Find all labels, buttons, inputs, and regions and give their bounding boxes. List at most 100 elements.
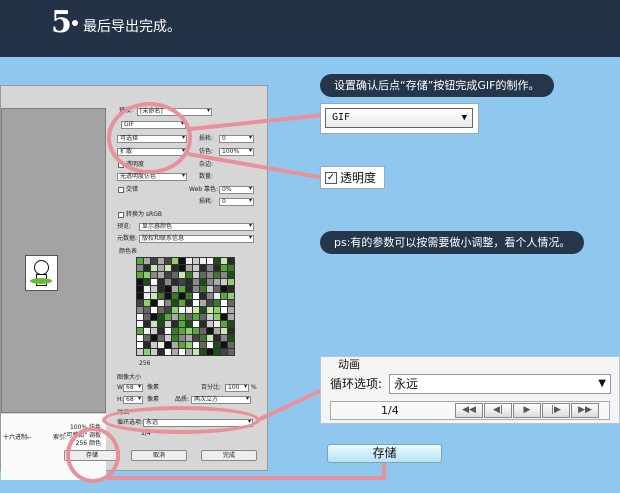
color-swatch[interactable] bbox=[193, 321, 199, 327]
color-swatch[interactable] bbox=[228, 335, 234, 341]
srgb-checkbox[interactable] bbox=[118, 212, 124, 218]
color-swatch[interactable] bbox=[200, 314, 206, 320]
color-swatch[interactable] bbox=[137, 300, 143, 306]
color-swatch[interactable] bbox=[172, 272, 178, 278]
color-swatch[interactable] bbox=[165, 349, 171, 355]
color-swatch[interactable] bbox=[179, 258, 185, 264]
color-swatch[interactable] bbox=[137, 258, 143, 264]
color-swatch[interactable] bbox=[144, 286, 150, 292]
width-field[interactable]: 68 bbox=[123, 384, 143, 392]
color-swatch[interactable] bbox=[214, 265, 220, 271]
preview-select[interactable]: 显示器颜色 bbox=[139, 223, 254, 231]
color-swatch[interactable] bbox=[200, 265, 206, 271]
color-swatch[interactable] bbox=[158, 335, 164, 341]
dialog-done-button[interactable]: 完成 bbox=[201, 450, 257, 461]
color-swatch[interactable] bbox=[144, 258, 150, 264]
color-swatch[interactable] bbox=[172, 286, 178, 292]
color-swatch[interactable] bbox=[200, 342, 206, 348]
color-swatch[interactable] bbox=[193, 293, 199, 299]
color-swatch[interactable] bbox=[158, 300, 164, 306]
color-swatch[interactable] bbox=[207, 258, 213, 264]
color-swatch[interactable] bbox=[165, 335, 171, 341]
color-swatch[interactable] bbox=[193, 342, 199, 348]
color-swatch[interactable] bbox=[144, 349, 150, 355]
color-swatch[interactable] bbox=[214, 335, 220, 341]
color-swatch[interactable] bbox=[179, 286, 185, 292]
color-swatch[interactable] bbox=[137, 321, 143, 327]
color-swatch[interactable] bbox=[179, 307, 185, 313]
color-swatch[interactable] bbox=[151, 272, 157, 278]
color-swatch[interactable] bbox=[221, 335, 227, 341]
color-swatch[interactable] bbox=[179, 335, 185, 341]
color-swatch[interactable] bbox=[200, 300, 206, 306]
color-swatch[interactable] bbox=[151, 328, 157, 334]
color-swatch[interactable] bbox=[193, 349, 199, 355]
quality-select[interactable]: 两次立方 bbox=[191, 396, 251, 404]
color-swatch[interactable] bbox=[207, 342, 213, 348]
zoom-transparency-checkbox[interactable]: ✓ bbox=[325, 172, 337, 184]
color-swatch[interactable] bbox=[186, 321, 192, 327]
color-swatch[interactable] bbox=[151, 335, 157, 341]
color-swatch[interactable] bbox=[144, 293, 150, 299]
color-swatch[interactable] bbox=[137, 286, 143, 292]
color-swatch[interactable] bbox=[165, 279, 171, 285]
metadata-select[interactable]: 版权和联系信息 bbox=[139, 235, 254, 243]
color-swatch[interactable] bbox=[186, 300, 192, 306]
color-swatch[interactable] bbox=[151, 349, 157, 355]
lossy-field[interactable]: 0 bbox=[219, 135, 254, 143]
color-swatch[interactable] bbox=[151, 314, 157, 320]
color-swatch[interactable] bbox=[165, 265, 171, 271]
transparency-dither-select[interactable]: 无透明度仿色 bbox=[117, 173, 187, 181]
color-swatch[interactable] bbox=[200, 286, 206, 292]
color-swatch[interactable] bbox=[172, 300, 178, 306]
color-swatch[interactable] bbox=[193, 335, 199, 341]
color-swatch[interactable] bbox=[137, 272, 143, 278]
color-swatch[interactable] bbox=[228, 307, 234, 313]
color-swatch[interactable] bbox=[193, 314, 199, 320]
color-swatch[interactable] bbox=[151, 279, 157, 285]
color-swatch[interactable] bbox=[172, 349, 178, 355]
color-swatch[interactable] bbox=[221, 300, 227, 306]
color-swatch[interactable] bbox=[200, 328, 206, 334]
color-swatch[interactable] bbox=[144, 279, 150, 285]
color-swatch[interactable] bbox=[172, 293, 178, 299]
color-swatch[interactable] bbox=[200, 272, 206, 278]
color-swatch[interactable] bbox=[200, 335, 206, 341]
color-swatch[interactable] bbox=[158, 286, 164, 292]
color-swatch[interactable] bbox=[179, 265, 185, 271]
color-swatch[interactable] bbox=[137, 342, 143, 348]
color-swatch[interactable] bbox=[221, 321, 227, 327]
color-swatch[interactable] bbox=[207, 349, 213, 355]
color-swatch[interactable] bbox=[186, 286, 192, 292]
color-swatch[interactable] bbox=[186, 293, 192, 299]
color-swatch[interactable] bbox=[179, 293, 185, 299]
color-swatch[interactable] bbox=[221, 307, 227, 313]
color-swatch[interactable] bbox=[151, 286, 157, 292]
color-swatch[interactable] bbox=[221, 272, 227, 278]
color-swatch[interactable] bbox=[137, 314, 143, 320]
color-swatch[interactable] bbox=[165, 307, 171, 313]
color-swatch[interactable] bbox=[228, 286, 234, 292]
color-swatch[interactable] bbox=[165, 293, 171, 299]
color-swatch[interactable] bbox=[137, 328, 143, 334]
color-swatch[interactable] bbox=[193, 300, 199, 306]
color-swatch[interactable] bbox=[172, 307, 178, 313]
next-frame-button[interactable]: |▶ bbox=[542, 403, 570, 418]
color-swatch[interactable] bbox=[186, 349, 192, 355]
color-swatch[interactable] bbox=[207, 286, 213, 292]
color-swatch[interactable] bbox=[165, 328, 171, 334]
color-swatch[interactable] bbox=[207, 272, 213, 278]
color-swatch[interactable] bbox=[221, 265, 227, 271]
zoom-save-button[interactable]: 存储 bbox=[327, 444, 442, 463]
color-swatch[interactable] bbox=[165, 342, 171, 348]
color-swatch[interactable] bbox=[193, 328, 199, 334]
color-swatch[interactable] bbox=[207, 279, 213, 285]
color-swatch[interactable] bbox=[165, 300, 171, 306]
color-swatch[interactable] bbox=[158, 279, 164, 285]
color-swatch[interactable] bbox=[207, 307, 213, 313]
last-frame-button[interactable]: ▶▶ bbox=[571, 403, 599, 418]
height-field[interactable]: 68 bbox=[123, 396, 143, 404]
color-swatch[interactable] bbox=[214, 258, 220, 264]
color-swatch[interactable] bbox=[207, 265, 213, 271]
color-swatch[interactable] bbox=[228, 279, 234, 285]
